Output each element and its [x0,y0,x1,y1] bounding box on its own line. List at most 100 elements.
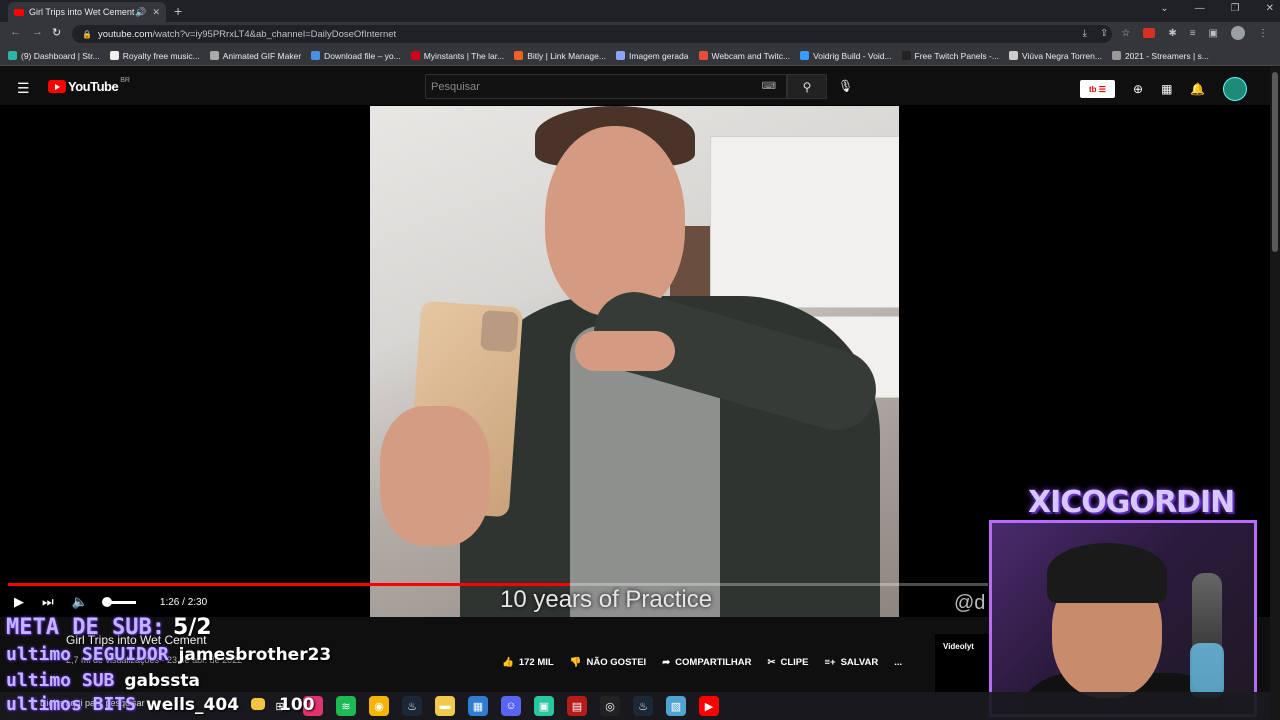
keyboard-icon[interactable]: ⌨ [762,81,776,92]
lock-icon[interactable]: 🔒 [82,30,92,39]
volume-slider[interactable] [101,596,136,607]
clip-button[interactable]: ✂ CLIPE [768,657,809,668]
next-icon[interactable]: ⏭ [42,594,54,610]
phone-cameras [480,310,519,353]
explorer-icon[interactable]: ▬ [435,696,455,716]
share-button[interactable]: ➦ COMPARTILHAR [662,657,751,668]
more-actions-button[interactable]: ... [894,657,902,668]
bookmark-label: Myinstants | The lar... [423,50,505,61]
save-button[interactable]: ≡+ SALVAR [824,657,878,668]
like-button[interactable]: 👍 172 MIL [502,657,554,668]
spotify-icon[interactable]: ≋ [336,696,356,716]
bookmark-item[interactable]: (9) Dashboard | Str... [8,51,100,61]
bookmark-label: 2021 - Streamers | s... [1124,50,1209,61]
bookmarks-bar: (9) Dashboard | Str... Royalty free music… [0,46,1280,66]
bookmark-favicon-icon [410,51,420,60]
notes-icon[interactable]: ▧ [666,696,686,716]
play-icon[interactable]: ▶ [14,594,24,610]
browser-menu-icon[interactable]: ⋮ [1258,28,1268,39]
create-video-icon[interactable]: ⊕ [1133,82,1143,96]
extensions-puzzle-icon[interactable]: ✱ [1168,28,1176,39]
youtube-favicon-icon [14,8,24,16]
discord-icon[interactable]: ☺ [501,696,521,716]
last-sub-label: ultimo SUB [6,670,115,691]
bookmark-item[interactable]: Download file – yo... [311,51,401,61]
tab-close-icon[interactable]: ✕ [152,7,160,18]
bookmark-label: Viúva Negra Torren... [1021,50,1102,61]
store-icon[interactable]: ▦ [468,696,488,716]
share-icon[interactable]: ⇪ [1100,28,1108,39]
extension-red-icon[interactable] [1143,28,1156,38]
profile-avatar[interactable] [1231,26,1245,40]
bookmark-item[interactable]: Animated GIF Maker [209,51,301,61]
person-hand [575,331,675,371]
taskbar-icons: ⊞ ≋ ◉ ♨ ▬ ▦ ☺ ▣ ▤ ◎ ♨ ▧ ▶ [270,696,719,716]
install-icon[interactable]: ⤓ [1083,28,1087,39]
search-button[interactable]: ⚲ [787,74,827,99]
volume-icon[interactable]: 🔈 [72,594,88,610]
bookmark-label: (9) Dashboard | Str... [21,50,100,61]
youtube-logo-text: YouTube [68,79,119,94]
bookmark-item[interactable]: 2021 - Streamers | s... [1111,50,1209,61]
bookmark-item[interactable]: Bitly | Link Manage... [514,51,606,61]
bookmark-item[interactable]: Viúva Negra Torren... [1008,50,1102,61]
dislike-button[interactable]: 👎 NÃO GOSTEI [570,657,647,668]
bookmark-favicon-icon [800,51,810,60]
bookmark-item[interactable]: Royalty free music... [109,51,200,61]
last-follower-value: jamesbrother23 [178,645,332,665]
bookmark-favicon-icon [514,51,524,60]
bookmark-label: Download file – yo... [324,50,401,61]
apps-grid-icon[interactable]: ▦ [1161,82,1172,96]
menu-icon[interactable]: ☰ [17,80,30,97]
bookmark-favicon-icon [901,51,911,60]
steam2-icon[interactable]: ♨ [633,696,653,716]
bookmark-label: Free Twitch Panels -... [914,50,999,61]
youtube-icon[interactable]: ▶ [699,696,719,716]
search-placeholder: Pesquisar [431,80,480,93]
bookmark-item[interactable]: Voidrig Build - Void... [800,51,892,61]
time-display: 1:26 / 2:30 [159,596,208,608]
thumbs-up-icon: 👍 [502,657,514,668]
steam-icon[interactable]: ♨ [402,696,422,716]
bookmark-item[interactable]: Myinstants | The lar... [410,50,505,61]
back-icon[interactable]: ← [10,26,21,38]
new-tab-button[interactable]: + [174,3,182,19]
obs-icon[interactable]: ◎ [600,696,620,716]
search-input[interactable]: Pesquisar ⌨ [425,74,787,99]
reading-list-icon[interactable]: ≡ [1190,28,1196,39]
account-avatar[interactable] [1223,77,1248,101]
voice-search-icon[interactable]: 🎙 [838,79,853,93]
minimize-icon[interactable]: — [1195,3,1205,14]
bookmark-label: Bitly | Link Manage... [527,50,606,61]
bookmark-item[interactable]: Imagem gerada [615,51,689,61]
share-label: COMPARTILHAR [675,657,752,668]
window-controls: ⌄ — ❐ ✕ [1160,3,1274,14]
tab-audio-icon[interactable]: 🔊 [135,7,146,18]
bookmark-item[interactable]: Webcam and Twitc... [698,51,790,61]
reload-icon[interactable]: ↻ [52,26,61,39]
url-path: /watch?v=iy95PRrxLT4&ab_channel=DailyDos… [152,28,397,40]
clip-label: CLIPE [780,657,809,668]
tab-search-icon[interactable]: ⌄ [1160,3,1168,14]
notifications-bell-icon[interactable]: 🔔 [1190,82,1205,96]
bookmark-favicon-icon [1008,51,1018,60]
restore-icon[interactable]: ❐ [1231,3,1240,14]
browser-tab[interactable]: Girl Trips into Wet Cement 🔊 ✕ [8,2,166,22]
address-bar[interactable]: 🔒 youtube.com/watch?v=iy95PRrxLT4&ab_cha… [72,25,1112,43]
sidebar-card[interactable]: Videolyt [935,634,991,692]
sidebar-icon[interactable]: ▣ [1209,28,1218,39]
extension-button[interactable]: tb ☰ [1080,80,1115,98]
voicemeeter-icon[interactable]: ▤ [567,696,587,716]
video-frame[interactable]: 10 years of Practice [370,106,899,617]
scrollbar-thumb[interactable] [1272,72,1278,252]
close-window-icon[interactable]: ✕ [1266,3,1274,14]
youtube-logo[interactable]: YouTube BR [48,77,130,94]
chrome-icon[interactable]: ◉ [369,696,389,716]
video-caption: 10 years of Practice [500,586,713,613]
app-green-icon[interactable]: ▣ [534,696,554,716]
bookmark-item[interactable]: Free Twitch Panels -... [901,50,999,61]
last-bits-label: ultimos BITS [6,694,137,715]
streamer-name: XICOGORDIN [1028,485,1235,520]
forward-icon[interactable]: → [32,26,43,38]
bookmark-star-icon[interactable]: ☆ [1121,28,1130,39]
